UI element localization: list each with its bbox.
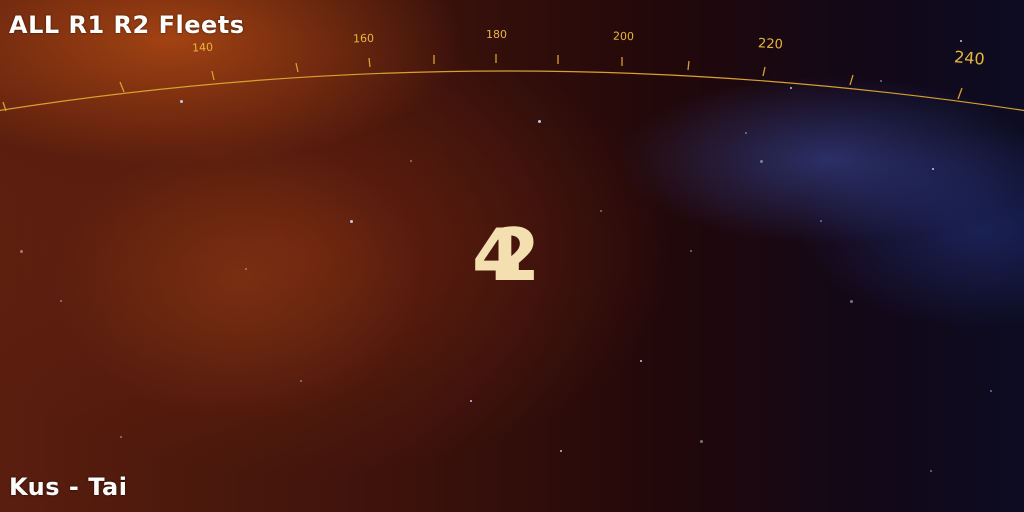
compass-tick (295, 62, 299, 73)
compass-arc (0, 70, 1024, 112)
compass-tick (849, 74, 854, 86)
heading-label-180: 180 (486, 28, 507, 41)
heading-label-160: 160 (353, 32, 374, 46)
fleet-selection-title: ALL R1 R2 Fleets (9, 11, 245, 39)
compass-tick (368, 57, 371, 68)
compass-tick (119, 81, 125, 93)
compass-tick (762, 66, 766, 77)
location-label: Kus - Tai (9, 473, 128, 501)
heading-label-240: 240 (953, 47, 985, 69)
heading-label-220: 220 (758, 36, 784, 52)
compass-tick (211, 70, 215, 81)
heading-label-140: 140 (192, 41, 214, 55)
fleet-marker-digit: 2 (490, 213, 541, 297)
compass-tick (957, 87, 963, 100)
heading-label-200: 200 (613, 30, 634, 44)
compass-ticks (2, 54, 963, 112)
fleet-marker[interactable]: 4 2 (470, 213, 556, 297)
compass-tick (687, 60, 690, 71)
